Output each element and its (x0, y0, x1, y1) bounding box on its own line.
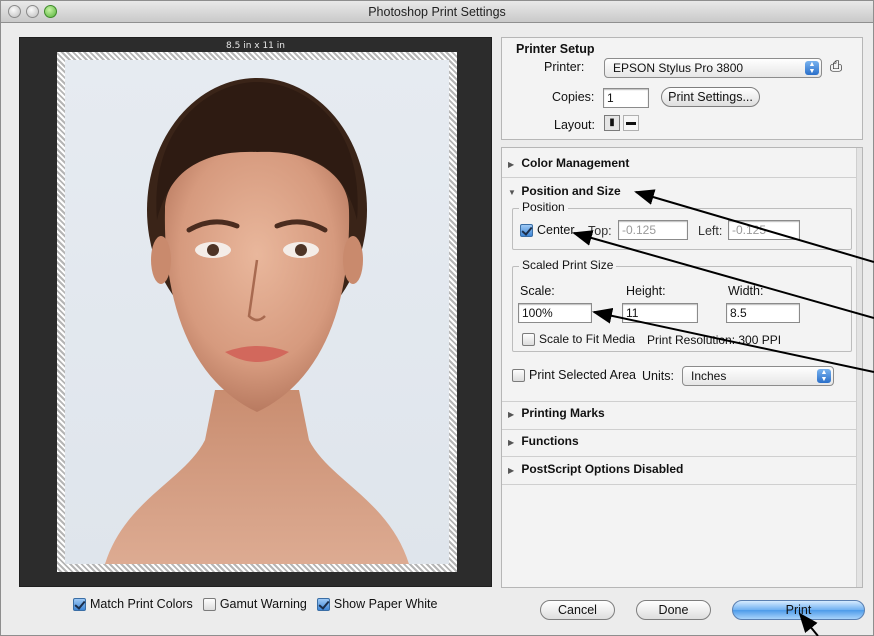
center-label: Center (537, 223, 575, 237)
printing-marks-label: Printing Marks (521, 406, 605, 420)
printer-add-icon[interactable]: ⎙ (830, 58, 842, 75)
print-settings-button[interactable]: Print Settings... (661, 87, 760, 107)
gamut-warning-option[interactable]: Gamut Warning (202, 597, 307, 611)
print-button[interactable]: Print (732, 600, 865, 620)
disclosure-collapsed-icon: ▶ (508, 410, 515, 419)
functions-section[interactable]: ▶ Functions (508, 431, 579, 451)
scale-field[interactable]: 100% (518, 303, 592, 323)
divider (502, 456, 856, 457)
height-label: Height: (626, 284, 666, 298)
match-print-colors-option[interactable]: Match Print Colors (73, 597, 193, 611)
paper-sheet (57, 52, 457, 572)
printer-setup-panel: Printer Setup Printer: EPSON Stylus Pro … (501, 37, 863, 140)
height-field[interactable]: 11 (622, 303, 698, 323)
postscript-label: PostScript Options Disabled (521, 462, 684, 476)
print-settings-window: Photoshop Print Settings 8.5 in x 11 in (0, 0, 874, 636)
units-value: Inches (691, 369, 727, 383)
divider (502, 177, 856, 178)
printer-label: Printer: (544, 60, 585, 74)
preview-options: Match Print Colors Gamut Warning Show Pa… (73, 595, 447, 613)
title-bar[interactable]: Photoshop Print Settings (1, 1, 873, 23)
scale-to-fit-label: Scale to Fit Media (539, 332, 636, 346)
preview-photo (65, 60, 449, 564)
scaled-print-size-title: Scaled Print Size (519, 258, 617, 272)
functions-label: Functions (521, 434, 579, 448)
disclosure-expanded-icon: ▼ (508, 188, 516, 197)
disclosure-collapsed-icon: ▶ (508, 160, 515, 169)
printing-marks-section[interactable]: ▶ Printing Marks (508, 403, 605, 423)
scale-to-fit-option[interactable]: Scale to Fit Media (522, 332, 635, 346)
postscript-section[interactable]: ▶ PostScript Options Disabled (508, 459, 683, 479)
width-label: Width: (728, 284, 764, 298)
top-field[interactable]: -0.125 (618, 220, 688, 240)
position-and-size-label: Position and Size (521, 184, 621, 198)
portrait-layout-icon[interactable]: ▮ (604, 115, 620, 131)
close-window-icon[interactable] (8, 5, 21, 18)
window-title: Photoshop Print Settings (368, 5, 506, 19)
copies-label: Copies: (552, 90, 595, 104)
position-group-title: Position (519, 200, 568, 214)
show-paper-white-option[interactable]: Show Paper White (316, 597, 438, 611)
color-management-label: Color Management (521, 156, 630, 170)
cancel-button[interactable]: Cancel (540, 600, 615, 620)
gamut-warning-label: Gamut Warning (219, 597, 307, 611)
landscape-layout-icon[interactable]: ▬ (623, 115, 639, 131)
printer-value: EPSON Stylus Pro 3800 (613, 61, 744, 75)
match-print-colors-label: Match Print Colors (90, 597, 193, 611)
gamut-warning-checkbox[interactable] (202, 597, 216, 611)
divider (502, 484, 856, 485)
center-checkbox[interactable] (520, 223, 533, 237)
done-button[interactable]: Done (636, 600, 711, 620)
width-field[interactable]: 8.5 (726, 303, 800, 323)
minimize-window-icon[interactable] (26, 5, 39, 18)
settings-panel: ▶ Color Management ▼ Position and Size P… (501, 147, 863, 588)
scale-to-fit-checkbox[interactable] (522, 332, 535, 346)
position-and-size-section[interactable]: ▼ Position and Size (508, 181, 621, 201)
print-selected-area-label: Print Selected Area (529, 368, 637, 382)
divider (502, 429, 856, 430)
print-selected-area-option[interactable]: Print Selected Area (512, 368, 636, 382)
print-resolution-text: Print Resolution: 300 PPI (647, 333, 782, 347)
disclosure-collapsed-icon: ▶ (508, 466, 515, 475)
select-arrows-icon: ▲ ▼ (817, 369, 831, 383)
settings-scrollbar[interactable] (856, 148, 862, 587)
printer-select[interactable]: EPSON Stylus Pro 3800 ▲ ▼ (604, 58, 822, 78)
disclosure-collapsed-icon: ▶ (508, 438, 515, 447)
units-select[interactable]: Inches ▲ ▼ (682, 366, 834, 386)
zoom-window-icon[interactable] (44, 5, 57, 18)
left-label: Left: (698, 224, 723, 238)
print-selected-area-checkbox[interactable] (512, 368, 525, 382)
select-arrows-icon: ▲ ▼ (805, 61, 819, 75)
units-label: Units: (642, 369, 674, 383)
show-paper-white-checkbox[interactable] (316, 597, 330, 611)
copies-field[interactable]: 1 (603, 88, 649, 108)
show-paper-white-label: Show Paper White (333, 597, 438, 611)
divider (502, 401, 856, 402)
left-field[interactable]: -0.125 (728, 220, 800, 240)
top-label: Top: (588, 224, 612, 238)
scale-label: Scale: (520, 284, 555, 298)
print-preview[interactable]: 8.5 in x 11 in (19, 37, 492, 587)
paper-size-label: 8.5 in x 11 in (226, 41, 285, 51)
portrait-image (105, 78, 409, 564)
printer-setup-heading: Printer Setup (516, 42, 595, 56)
color-management-section[interactable]: ▶ Color Management (508, 153, 629, 173)
center-option[interactable]: Center (520, 223, 575, 237)
layout-label: Layout: (554, 118, 596, 132)
match-print-colors-checkbox[interactable] (73, 597, 86, 611)
